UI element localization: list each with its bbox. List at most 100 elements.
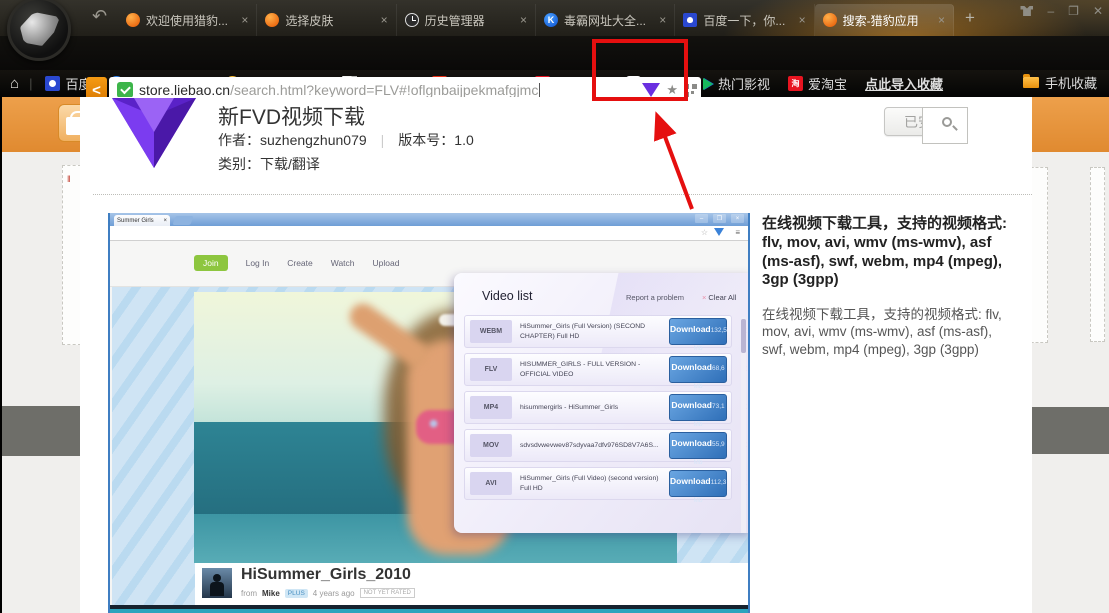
close-button[interactable]: ✕	[1093, 4, 1103, 18]
baidu-favicon	[683, 13, 697, 27]
tab-close-icon[interactable]: ×	[381, 13, 388, 27]
clear-all-label: Clear All	[708, 293, 736, 302]
home-icon[interactable]: ⌂	[0, 75, 25, 92]
extension-meta: 作者：suzhengzhun079 | 版本号：1.0	[218, 130, 474, 150]
maximize-button[interactable]: ❐	[1068, 4, 1079, 18]
browser-window: ↶ 欢迎使用猎豹... × 选择皮肤 × 历史管理器 × K 毒霸网址大全...…	[0, 0, 1109, 613]
tab-choose-skin[interactable]: 选择皮肤 ×	[257, 4, 396, 36]
format-badge: WEBM	[470, 320, 512, 343]
tab-label: 百度一下，你...	[703, 12, 792, 29]
lion-glyph	[20, 12, 60, 46]
left-edge	[0, 97, 2, 613]
tab-search-liebao-apps-active[interactable]: 搜索-猎豹应用 ×	[815, 4, 954, 36]
import-bookmarks-link[interactable]: 点此导入收藏	[856, 74, 952, 93]
video-row-avi: AVI HiSummer_Girls (Full Video) (second …	[464, 467, 732, 500]
video-list-header: Video list Report a problem ×Clear All	[454, 273, 750, 313]
page-dark-band-left	[0, 406, 80, 456]
fvd-blue-icon	[714, 228, 724, 236]
video-name: hisummergirls - HiSummer_Girls	[512, 403, 669, 412]
screenshot-webpage: Join Log In Create Watch Upload	[110, 241, 748, 613]
tab-close-icon[interactable]: ×	[520, 13, 527, 27]
divider: |	[25, 76, 36, 91]
clear-all-link: ×Clear All	[702, 293, 736, 302]
video-title-band: HiSummer_Girls_2010 from Mike PLUS 4 yea…	[195, 563, 748, 605]
download-button: Download132,5 Mb	[669, 318, 727, 345]
url-path: /search.html?keyword=FLV#!oflgnbaijpekma…	[230, 82, 538, 98]
menu-watch: Watch	[331, 258, 355, 268]
page-dark-band-right	[1032, 407, 1109, 454]
bookmark-star-icon[interactable]: ★	[666, 82, 678, 98]
screenshot-tab-close-icon: ×	[163, 218, 167, 224]
download-button: Download73,1 Mb	[669, 394, 727, 421]
tab-history-manager[interactable]: 历史管理器 ×	[397, 4, 536, 36]
address-bar-row: < store.liebao.cn/search.html?keyword=FL…	[0, 36, 1109, 70]
plus-badge: PLUS	[285, 589, 308, 598]
tab-strip: 欢迎使用猎豹... × 选择皮肤 × 历史管理器 × K 毒霸网址大全... ×…	[118, 4, 954, 36]
divider: |	[381, 132, 385, 148]
bookmark-hot-video[interactable]: 热门影视	[694, 74, 779, 93]
text-cursor	[539, 83, 540, 97]
menu-login: Log In	[246, 258, 270, 268]
tab-close-icon[interactable]: ×	[241, 13, 248, 27]
video-title: HiSummer_Girls_2010	[241, 566, 411, 584]
video-row-webm: WEBM HiSummer_Girls (Full Version) (SECO…	[464, 315, 732, 348]
download-label: Download	[670, 324, 711, 334]
duba-favicon: K	[544, 13, 558, 27]
tab-duba-sites[interactable]: K 毒霸网址大全... ×	[536, 4, 675, 36]
maximize-icon: ❐	[713, 214, 726, 223]
liebao-favicon	[823, 13, 837, 27]
baidu-icon	[45, 76, 60, 91]
qr-code-icon[interactable]	[684, 84, 697, 97]
clear-x-icon: ×	[702, 293, 706, 302]
meta-author: Mike	[262, 589, 280, 598]
extension-screenshot: Summer Girls × – ❐ × ☆ ≡ Join	[108, 213, 750, 613]
uploader-avatar	[202, 568, 232, 598]
video-name: HiSummer_Girls (Full Version) (SECOND CH…	[512, 322, 669, 340]
video-row-mp4: MP4 hisummergirls - HiSummer_Girls Downl…	[464, 391, 732, 424]
join-button: Join	[194, 255, 228, 271]
new-tab-button[interactable]: +	[965, 8, 975, 28]
format-badge: AVI	[470, 472, 512, 495]
menu-upload: Upload	[373, 258, 400, 268]
fvd-extension-icon[interactable]	[642, 83, 660, 97]
video-list-title: Video list	[482, 289, 533, 303]
tab-baidu[interactable]: 百度一下，你... ×	[675, 4, 814, 36]
mobile-favorites[interactable]: 手机收藏	[1023, 73, 1097, 92]
download-label: Download	[671, 400, 712, 410]
bookmark-label: 爱淘宝	[808, 74, 847, 93]
report-problem-link: Report a problem	[626, 293, 684, 302]
close-icon: ×	[731, 214, 744, 223]
extension-version: 版本号：1.0	[398, 130, 473, 150]
format-badge: MOV	[470, 434, 512, 457]
video-row-flv: FLV HISUMMER_GIRLS - FULL VERSION - OFFI…	[464, 353, 732, 386]
skin-icon[interactable]	[1020, 6, 1033, 16]
screenshot-addressbar: ☆ ≡	[110, 226, 748, 241]
format-badge: FLV	[470, 358, 512, 381]
screenshot-footer-teal	[110, 609, 748, 613]
video-row-mov: MOV sdvsdvwevwev87sdyvaa7dfv976SD8V7A6S.…	[464, 429, 732, 462]
menu-create: Create	[287, 258, 313, 268]
undo-icon[interactable]: ↶	[92, 6, 107, 27]
tab-bar: ↶ 欢迎使用猎豹... × 选择皮肤 × 历史管理器 × K 毒霸网址大全...…	[0, 0, 1109, 36]
extension-category: 类别：下载/翻译	[218, 154, 320, 174]
liebao-logo[interactable]	[7, 0, 71, 61]
video-list-rows: WEBM HiSummer_Girls (Full Version) (SECO…	[464, 315, 732, 505]
download-label: Download	[671, 438, 712, 448]
hamburger-icon: ≡	[735, 228, 740, 237]
screenshot-tab-label: Summer Girls	[117, 218, 154, 224]
description-normal: 在线视频下载工具，支持的视频格式: flv, mov, avi, wmv (ms…	[762, 306, 1018, 358]
tab-welcome[interactable]: 欢迎使用猎豹... ×	[118, 4, 257, 36]
site-safe-icon	[117, 82, 133, 98]
tab-close-icon[interactable]: ×	[659, 13, 666, 27]
video-name: HISUMMER_GIRLS - FULL VERSION - OFFICIAL…	[512, 360, 669, 378]
tab-close-icon[interactable]: ×	[938, 13, 945, 27]
liebao-favicon	[126, 13, 140, 27]
bookmark-aitaobao[interactable]: 淘爱淘宝	[779, 74, 856, 93]
minimize-button[interactable]: –	[1047, 4, 1054, 18]
screenshot-newtab	[172, 216, 193, 225]
store-search-box	[922, 107, 968, 144]
tab-close-icon[interactable]: ×	[799, 13, 806, 27]
download-button: Download112,3 Mb	[669, 470, 727, 497]
bookmark-label: 热门影视	[718, 74, 770, 93]
screenshot-titlebar	[110, 213, 748, 226]
